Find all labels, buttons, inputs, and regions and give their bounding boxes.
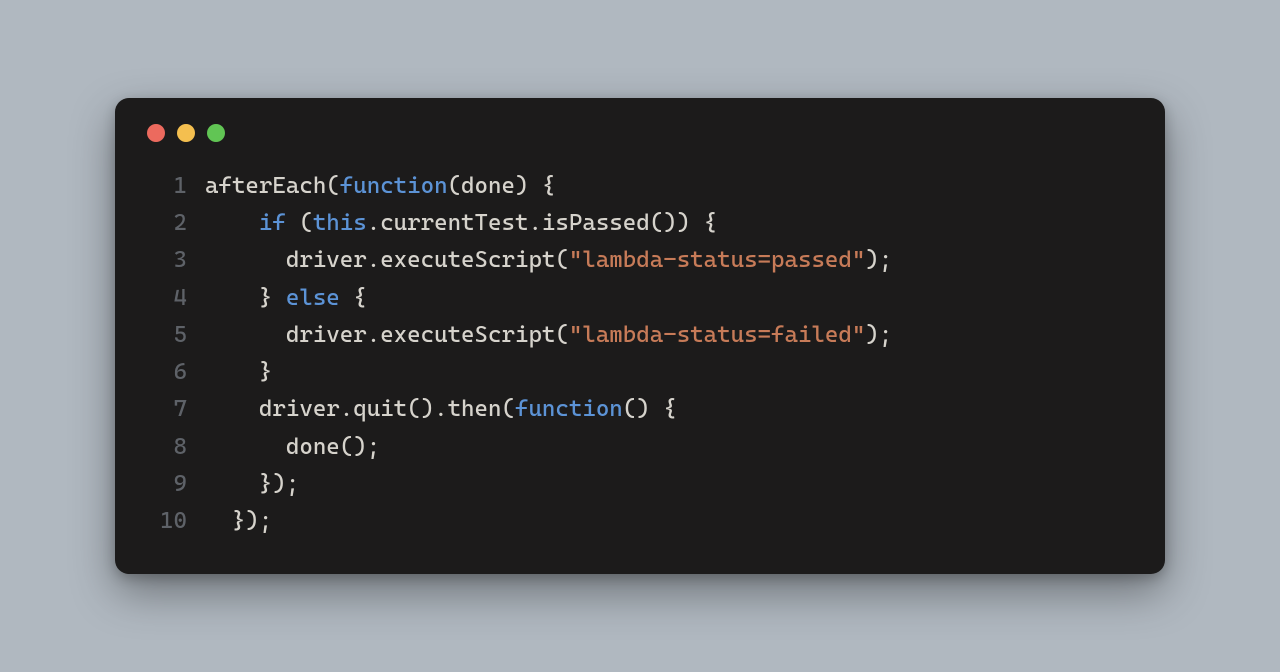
line-content: driver.quit().then(function() { [205, 391, 677, 428]
minimize-icon[interactable] [177, 124, 195, 142]
token: function [515, 396, 623, 422]
line-content: driver.executeScript("lambda-status=fail… [205, 317, 892, 354]
code-line: 3 driver.executeScript("lambda-status=pa… [143, 242, 1137, 279]
token: this [313, 210, 367, 236]
line-content: } else { [205, 280, 367, 317]
token: }); [205, 508, 272, 534]
line-content: driver.executeScript("lambda-status=pass… [205, 242, 892, 279]
line-content: if (this.currentTest.isPassed()) { [205, 205, 717, 242]
code-window: 1afterEach(function(done) {2 if (this.cu… [115, 98, 1165, 575]
token: } [205, 359, 272, 385]
code-line: 10 }); [143, 503, 1137, 540]
token: function [340, 173, 448, 199]
code-line: 5 driver.executeScript("lambda-status=fa… [143, 317, 1137, 354]
token [205, 210, 259, 236]
token: "lambda-status=failed" [569, 322, 865, 348]
token: }); [205, 471, 299, 497]
line-number: 7 [143, 391, 205, 428]
token: driver.quit().then( [205, 396, 515, 422]
line-number: 2 [143, 205, 205, 242]
token: } [205, 285, 286, 311]
code-line: 1afterEach(function(done) { [143, 168, 1137, 205]
token: done(); [205, 434, 380, 460]
line-number: 9 [143, 466, 205, 503]
token: ); [865, 247, 892, 273]
token: () { [623, 396, 677, 422]
code-line: 4 } else { [143, 280, 1137, 317]
code-line: 2 if (this.currentTest.isPassed()) { [143, 205, 1137, 242]
token: afterEach( [205, 173, 340, 199]
token: { [340, 285, 367, 311]
line-content: }); [205, 466, 299, 503]
line-number: 4 [143, 280, 205, 317]
line-number: 8 [143, 429, 205, 466]
token: "lambda-status=passed" [569, 247, 865, 273]
close-icon[interactable] [147, 124, 165, 142]
code-line: 6 } [143, 354, 1137, 391]
line-number: 10 [143, 503, 205, 540]
code-area[interactable]: 1afterEach(function(done) {2 if (this.cu… [143, 168, 1137, 541]
token: ( [286, 210, 313, 236]
token: ); [865, 322, 892, 348]
line-content: } [205, 354, 272, 391]
line-number: 1 [143, 168, 205, 205]
code-line: 7 driver.quit().then(function() { [143, 391, 1137, 428]
token: if [259, 210, 286, 236]
token: driver.executeScript( [205, 247, 569, 273]
code-line: 8 done(); [143, 429, 1137, 466]
token: .currentTest.isPassed()) { [367, 210, 717, 236]
line-number: 5 [143, 317, 205, 354]
zoom-icon[interactable] [207, 124, 225, 142]
line-content: }); [205, 503, 272, 540]
token: else [286, 285, 340, 311]
line-content: afterEach(function(done) { [205, 168, 555, 205]
token: driver.executeScript( [205, 322, 569, 348]
token: (done) { [448, 173, 556, 199]
line-content: done(); [205, 429, 380, 466]
code-line: 9 }); [143, 466, 1137, 503]
window-traffic-lights [143, 124, 1137, 142]
line-number: 3 [143, 242, 205, 279]
line-number: 6 [143, 354, 205, 391]
